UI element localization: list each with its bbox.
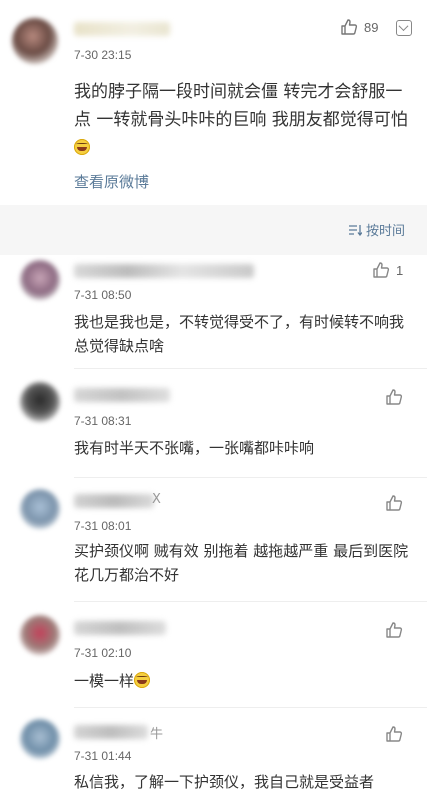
- username-blurred[interactable]: [74, 621, 166, 635]
- divider: [74, 477, 427, 478]
- comment-text: 我也是我也是，不转觉得受不了，有时候转不响我总觉得缺点啥: [74, 313, 405, 355]
- divider: [74, 368, 427, 369]
- post-time: 7-30 23:15: [74, 48, 132, 62]
- divider: [74, 601, 427, 602]
- sort-label: 按时间: [365, 224, 405, 239]
- sort-icon: [348, 224, 362, 236]
- post-body: 我的脖子隔一段时间就会僵 转完才会舒服一点 一转就骨头咔咔的巨响 我朋友都觉得可…: [74, 78, 412, 162]
- comment-text: 我有时半天不张嘴，一张嘴都咔咔响: [74, 439, 315, 457]
- comment-time: 7-31 08:31: [74, 414, 132, 428]
- thumbs-up-icon: [386, 622, 403, 638]
- username-blurred[interactable]: [74, 494, 154, 508]
- like-count: 89: [364, 19, 379, 35]
- main-post: 7-30 23:15 89 我的脖子隔一段时间就会僵 转完才会舒服一点 一转就骨…: [0, 0, 427, 205]
- comment-time: 7-31 01:44: [74, 749, 132, 763]
- like-button[interactable]: [385, 621, 409, 639]
- view-original-link[interactable]: 查看原微博: [74, 171, 149, 192]
- like-button[interactable]: 89: [340, 18, 378, 36]
- comment-text: 私信我，了解一下护颈仪，我自己就是受益者: [74, 773, 375, 791]
- thumbs-up-icon: [386, 726, 403, 742]
- like-count: 1: [396, 262, 404, 278]
- thumbs-up-icon: [373, 262, 390, 278]
- thumbs-up-icon: [341, 19, 358, 35]
- comment-text-body: 一模一样: [74, 672, 135, 690]
- like-button[interactable]: [385, 494, 409, 512]
- divider: [74, 707, 427, 708]
- laugh-cry-emoji-icon: [134, 672, 151, 688]
- post-text: 我的脖子隔一段时间就会僵 转完才会舒服一点 一转就骨头咔咔的巨响 我朋友都觉得可…: [74, 82, 408, 130]
- avatar[interactable]: [20, 260, 60, 300]
- like-button[interactable]: [385, 725, 409, 743]
- comment-list: 7-31 08:50 1 我也是我也是，不转觉得受不了，有时候转不响我总觉得缺点…: [0, 255, 427, 800]
- thumbs-up-icon: [386, 389, 403, 405]
- avatar[interactable]: [12, 18, 58, 64]
- username-blurred[interactable]: [74, 22, 170, 36]
- username-blurred[interactable]: [74, 725, 148, 739]
- avatar[interactable]: [20, 382, 60, 422]
- username-blurred[interactable]: [74, 388, 170, 402]
- comment-time: 7-31 08:01: [74, 519, 132, 533]
- comment-time: 7-31 08:50: [74, 288, 132, 302]
- more-menu-icon[interactable]: [396, 20, 412, 36]
- thumbs-up-icon: [386, 495, 403, 511]
- like-button[interactable]: [385, 388, 409, 406]
- avatar[interactable]: [20, 615, 60, 655]
- avatar[interactable]: [20, 489, 60, 529]
- avatar[interactable]: [20, 719, 60, 759]
- username-suffix: X: [152, 492, 161, 507]
- username-suffix: 牛: [150, 727, 164, 742]
- laugh-cry-emoji-icon: [74, 139, 90, 155]
- sort-toggle[interactable]: 按时间: [348, 220, 405, 239]
- comment-text: 买护颈仪啊 贼有效 别拖着 越拖越严重 最后到医院花几万都治不好: [74, 542, 409, 584]
- comment-time: 7-31 02:10: [74, 646, 132, 660]
- username-blurred[interactable]: [74, 264, 254, 278]
- like-button[interactable]: 1: [372, 261, 403, 279]
- comment-text: 一模一样: [74, 669, 414, 693]
